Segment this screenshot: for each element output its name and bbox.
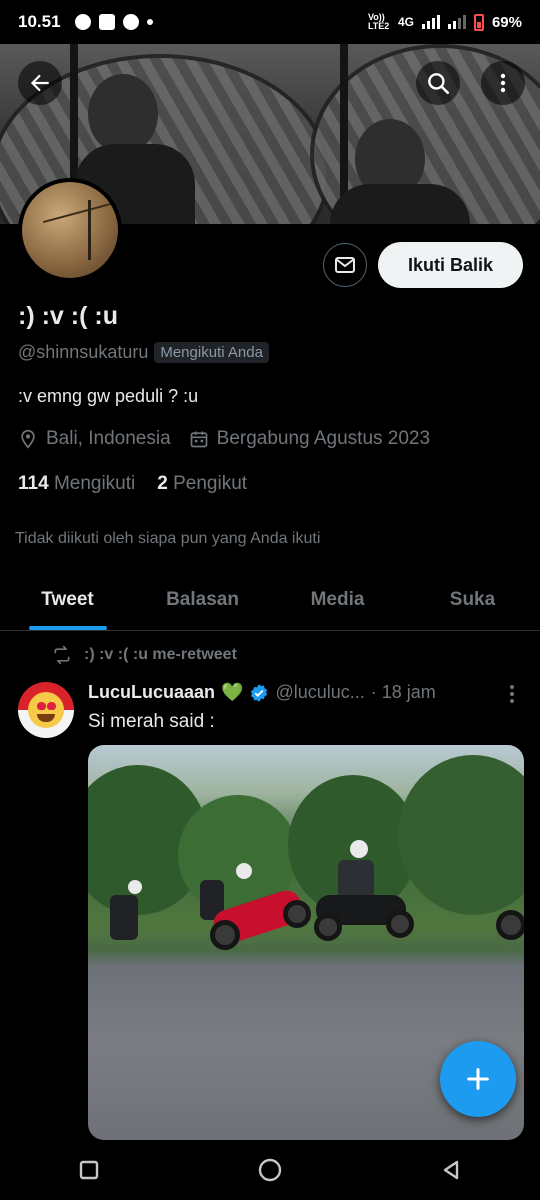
volte-label: Vo)) LTE2 — [367, 12, 390, 31]
tweet-author-handle[interactable]: @luculuc... — [275, 682, 364, 703]
network-type: 4G — [397, 15, 414, 29]
tab-suka[interactable]: Suka — [405, 570, 540, 630]
follows-you-badge: Mengikuti Anda — [154, 342, 269, 363]
media-tree — [398, 755, 524, 915]
followers-count: 2 — [157, 473, 168, 494]
tweet-author-name[interactable]: LucuLucuaaan — [88, 682, 215, 703]
tweet-text: Si merah said : — [88, 711, 215, 732]
following-count: 114 — [18, 473, 49, 494]
back-arrow-icon — [30, 74, 49, 92]
system-nav-bar — [0, 1140, 540, 1200]
tweet-header: LucuLucuaaan 💚 @luculuc... · 18 jam — [88, 682, 436, 703]
back-triangle-icon[interactable] — [440, 1159, 462, 1181]
search-button[interactable] — [416, 61, 460, 105]
profile-meta: Bali, Indonesia Bergabung Agustus 2023 — [18, 428, 430, 450]
verified-badge-icon — [251, 683, 268, 702]
avatar-eye-left — [37, 702, 46, 710]
whatsapp-icon — [74, 14, 91, 30]
following-link[interactable]: 114 Mengikuti — [18, 473, 135, 495]
tab-media[interactable]: Media — [270, 570, 405, 630]
compose-tweet-button[interactable] — [440, 1041, 516, 1117]
media-helmet — [128, 880, 142, 894]
profile-display-name: :) :v :( :u — [18, 302, 118, 330]
status-time: 10.51 — [18, 12, 61, 31]
signal-2-icon — [447, 15, 466, 29]
media-wheel — [314, 913, 342, 941]
handle-row: @shinnsukaturu Mengikuti Anda — [18, 342, 269, 363]
retweet-icon — [54, 645, 70, 665]
home-icon[interactable] — [257, 1157, 283, 1183]
retweet-note: :) :v :( :u me-retweet — [84, 646, 237, 663]
media-wheel — [386, 910, 414, 938]
status-bar: 10.51 Vo)) LTE2 4G 69% — [0, 0, 540, 44]
media-rider — [110, 895, 138, 940]
profile-handle: @shinnsukaturu — [18, 342, 149, 362]
followers-label: Pengikut — [173, 473, 248, 494]
profile-bio: :v emng gw peduli ? :u — [18, 386, 199, 406]
avatar-eye-right — [47, 702, 56, 710]
tweet-author-avatar[interactable] — [18, 682, 74, 738]
media-helmet — [350, 840, 368, 858]
shop-icon — [98, 14, 115, 30]
tab-tweet[interactable]: Tweet — [0, 570, 135, 630]
notification-icons — [74, 14, 153, 30]
following-label: Mengikuti — [53, 473, 136, 494]
green-heart-emoji: 💚 — [221, 682, 244, 702]
more-vertical-icon — [510, 685, 514, 703]
tweet-more-button[interactable] — [504, 683, 520, 710]
profile-tabs: Tweet Balasan Media Suka — [0, 570, 540, 631]
line-icon — [122, 14, 139, 30]
profile-location: Bali, Indonesia — [46, 428, 171, 449]
profile-joined-date: Bergabung Agustus 2023 — [216, 428, 431, 449]
envelope-icon — [335, 257, 355, 273]
status-right: Vo)) LTE2 4G 69% — [368, 13, 522, 31]
profile-avatar[interactable] — [18, 178, 122, 282]
media-wheel — [210, 920, 240, 950]
smiling-heart-eyes-icon — [28, 692, 64, 728]
recents-icon[interactable] — [78, 1159, 100, 1181]
media-wheel — [283, 900, 311, 928]
banner-person-right — [330, 184, 470, 224]
followers-link[interactable]: 2 Pengikut — [157, 473, 247, 495]
calendar-icon — [190, 431, 207, 448]
search-icon — [428, 73, 450, 95]
follow-counts: 114 Mengikuti 2 Pengikut — [18, 473, 247, 495]
signal-icon — [421, 15, 440, 29]
media-wheel — [496, 910, 524, 940]
plus-icon — [467, 1068, 489, 1090]
tab-balasan[interactable]: Balasan — [135, 570, 270, 630]
media-helmet — [236, 863, 252, 879]
battery-percent: 69% — [491, 13, 522, 31]
more-vertical-icon — [500, 73, 506, 93]
follow-back-button[interactable]: Ikuti Balik — [378, 242, 523, 288]
location-pin-icon — [21, 429, 35, 449]
more-button[interactable] — [481, 61, 525, 105]
mutual-followers-note: Tidak diikuti oleh siapa pun yang Anda i… — [15, 530, 321, 547]
avatar-pole — [88, 200, 91, 260]
back-button[interactable] — [18, 61, 62, 105]
tweet-timestamp[interactable]: · 18 jam — [371, 682, 436, 703]
message-button[interactable] — [323, 243, 367, 287]
more-notifications-icon — [146, 19, 153, 25]
battery-icon — [473, 13, 484, 31]
avatar-wire — [42, 202, 112, 224]
retweet-context[interactable]: :) :v :( :u me-retweet — [52, 645, 237, 665]
banner-person-left-head — [88, 74, 158, 154]
